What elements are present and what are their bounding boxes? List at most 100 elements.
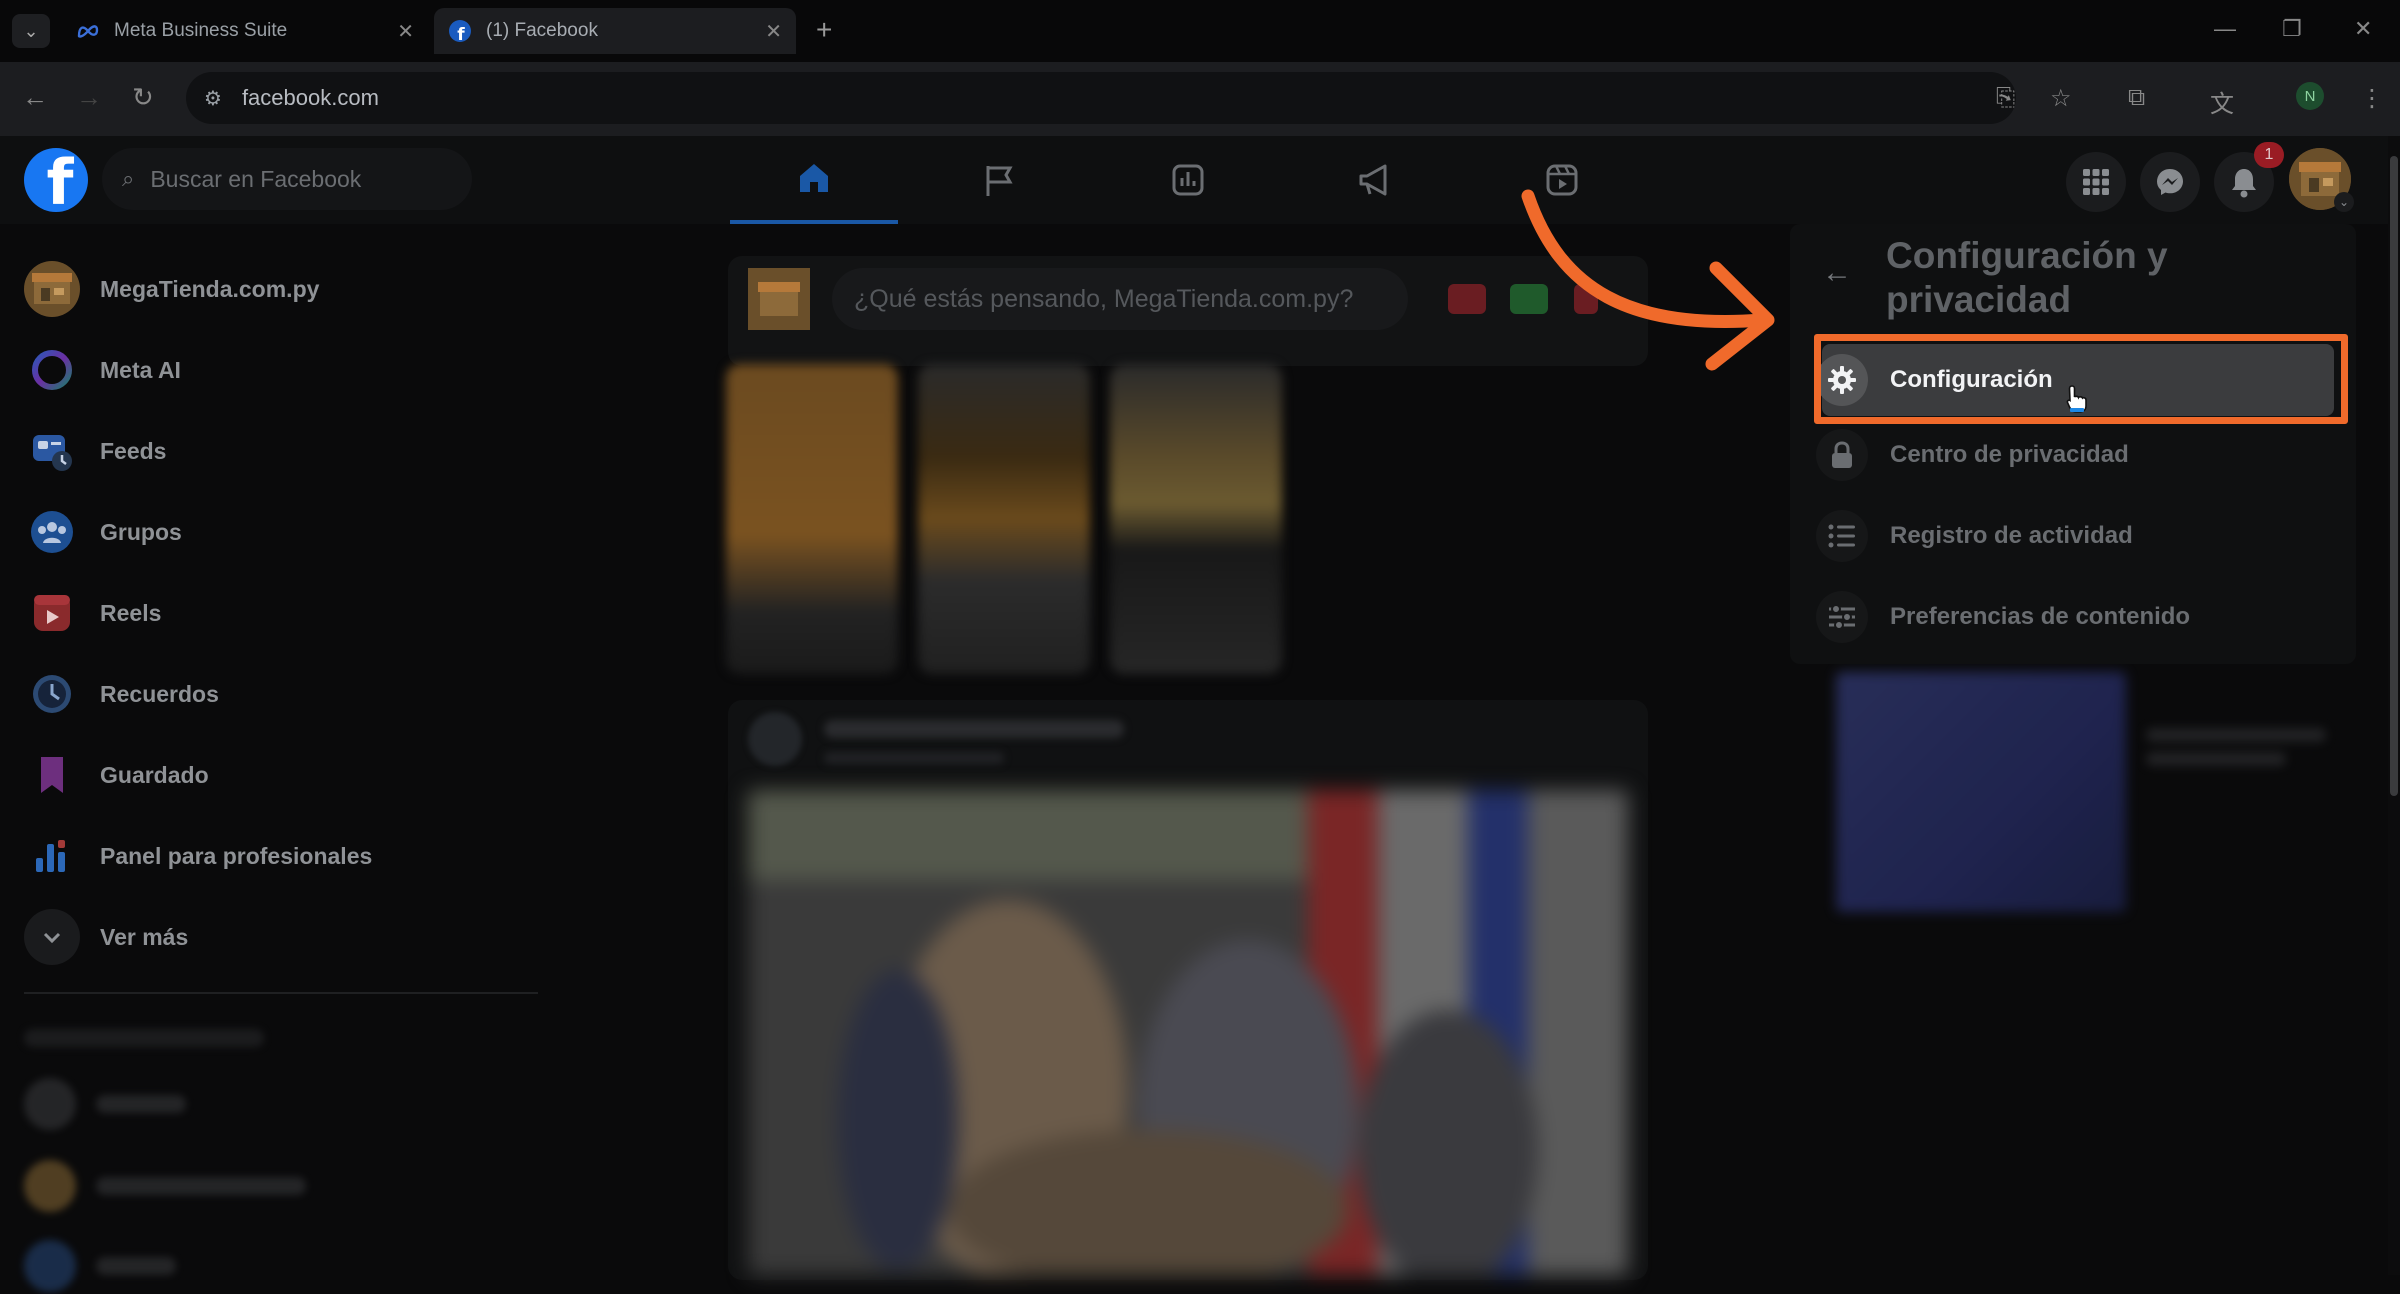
chevron-down-icon <box>24 909 80 965</box>
apps-menu-button[interactable] <box>2066 152 2126 212</box>
story-card[interactable] <box>918 364 1090 674</box>
messenger-icon <box>2157 169 2183 195</box>
feeds-icon <box>24 423 80 479</box>
story-card[interactable] <box>1110 364 1282 674</box>
list-icon <box>1816 510 1868 562</box>
forward-icon[interactable]: → <box>76 82 102 113</box>
messenger-button[interactable] <box>2140 152 2200 212</box>
hand-cursor-icon <box>2066 385 2087 413</box>
install-icon[interactable]: ⎘ <box>1996 84 2015 112</box>
menu-item-privacy-center[interactable]: Centro de privacidad <box>1816 417 2326 493</box>
nav-tab-pages[interactable] <box>916 136 1084 224</box>
sidebar-item-meta-ai[interactable]: Meta AI <box>24 335 181 405</box>
insights-icon <box>1172 164 1204 196</box>
bell-icon <box>2232 169 2256 198</box>
sidebar-item-label: MegaTienda.com.py <box>100 275 320 302</box>
sidebar-item-label: Panel para profesionales <box>100 842 373 869</box>
close-icon[interactable]: ✕ <box>765 19 782 44</box>
sidebar-item-dashboard[interactable]: Panel para profesionales <box>24 821 372 891</box>
composer-input[interactable]: ¿Qué estás pensando, MegaTienda.com.py? <box>832 268 1408 330</box>
megaphone-icon <box>1359 164 1387 196</box>
url-text: facebook.com <box>241 85 379 110</box>
sidebar-divider <box>24 992 538 994</box>
meta-ai-icon <box>24 342 80 398</box>
search-icon: ⌕ <box>122 166 135 191</box>
scrollbar-thumb[interactable] <box>2390 156 2398 796</box>
lock-icon <box>1816 429 1868 481</box>
grid-icon <box>2083 169 2109 195</box>
sidebar-item-reels[interactable]: Reels <box>24 578 161 648</box>
page-scrollbar[interactable] <box>2388 136 2400 1275</box>
sidebar-item-memories[interactable]: Recuerdos <box>24 659 219 729</box>
site-settings-icon[interactable]: ⚙ <box>204 86 222 111</box>
menu-item-label: Centro de privacidad <box>1890 441 2129 468</box>
nav-tab-home[interactable] <box>730 136 898 224</box>
sidebar-item-label: Ver más <box>100 923 189 950</box>
annotation-arrow <box>1521 189 1775 371</box>
saved-icon <box>24 747 80 803</box>
live-video-icon[interactable] <box>1448 284 1486 314</box>
sidebar-item-label: Grupos <box>100 518 182 545</box>
tab-meta-business-suite[interactable]: Meta Business Suite ✕ <box>62 8 428 54</box>
meta-icon <box>76 19 100 43</box>
menu-item-activity-log[interactable]: Registro de actividad <box>1816 498 2326 574</box>
facebook-logo[interactable]: f <box>24 148 88 212</box>
sliders-icon <box>1816 591 1868 643</box>
sidebar-item-label: Guardado <box>100 761 209 788</box>
sidebar-item-label: Meta AI <box>100 356 181 383</box>
sponsored-text <box>2146 728 2326 778</box>
home-icon <box>800 164 828 192</box>
shortcuts-heading <box>24 1010 264 1066</box>
tab-facebook[interactable]: f (1) Facebook ✕ <box>434 8 796 54</box>
post-author-avatar[interactable] <box>748 712 802 766</box>
bookmark-star-icon[interactable]: ☆ <box>2050 84 2072 113</box>
search-input[interactable]: ⌕ Buscar en Facebook <box>102 148 472 210</box>
browser-toolbar: ← → ↻ ⚙ facebook.com ⎘ ☆ ⧉ 文 ⋮ <box>0 62 2400 136</box>
facebook-icon: f <box>448 19 472 43</box>
menu-item-label: Registro de actividad <box>1890 522 2133 549</box>
extensions-icon[interactable]: ⧉ <box>2128 84 2145 112</box>
page-avatar <box>24 261 80 317</box>
shortcut-item[interactable] <box>24 1076 186 1132</box>
new-tab-button[interactable]: + <box>816 14 832 46</box>
search-placeholder: Buscar en Facebook <box>150 165 362 192</box>
facebook-header: f ⌕ Buscar en Facebook <box>0 136 2388 224</box>
post-image[interactable] <box>748 790 1628 1275</box>
nav-tab-insights[interactable] <box>1104 136 1272 224</box>
address-bar[interactable]: ⚙ facebook.com <box>186 72 2016 124</box>
browser-profile-avatar[interactable]: N <box>2296 82 2324 110</box>
sidebar-item-saved[interactable]: Guardado <box>24 740 209 810</box>
post-author-name[interactable] <box>824 720 1124 738</box>
close-icon[interactable]: ✕ <box>397 19 414 44</box>
sidebar-item-label: Feeds <box>100 437 167 464</box>
close-window-icon[interactable]: ✕ <box>2354 16 2372 42</box>
menu-dots-icon[interactable]: ⋮ <box>2360 84 2384 113</box>
restore-icon[interactable]: ❐ <box>2282 16 2302 42</box>
back-icon[interactable]: ← <box>22 82 48 113</box>
back-arrow-icon[interactable]: ← <box>1822 256 1852 290</box>
create-story-card[interactable] <box>726 364 898 674</box>
sidebar-item-feeds[interactable]: Feeds <box>24 416 166 486</box>
menu-item-content-preferences[interactable]: Preferencias de contenido <box>1816 579 2326 655</box>
sidebar-item-label: Reels <box>100 599 162 626</box>
account-chevron-icon[interactable]: ⌄ <box>2334 192 2354 212</box>
reload-icon[interactable]: ↻ <box>132 82 154 113</box>
shortcut-item[interactable] <box>24 1158 306 1214</box>
composer-avatar <box>748 268 810 330</box>
nav-tab-ads[interactable] <box>1292 136 1460 224</box>
tab-search-button[interactable]: ⌄ <box>12 14 50 48</box>
dropdown-title: Configuración y privacidad <box>1886 235 2168 320</box>
sponsored-card[interactable] <box>1836 672 2126 912</box>
sidebar-item-page[interactable]: MegaTienda.com.py <box>24 254 319 324</box>
notification-badge: 1 <box>2254 142 2284 168</box>
shortcut-item[interactable] <box>24 1238 176 1294</box>
translate-icon[interactable]: 文 <box>2210 84 2234 119</box>
sidebar-item-groups[interactable]: Grupos <box>24 497 182 567</box>
tab-label: (1) Facebook <box>486 20 598 41</box>
groups-icon <box>24 504 80 560</box>
tab-label: Meta Business Suite <box>114 20 288 41</box>
reels-icon <box>24 585 80 641</box>
menu-item-label: Preferencias de contenido <box>1890 603 2191 630</box>
minimize-icon[interactable]: — <box>2214 16 2236 42</box>
sidebar-item-see-more[interactable]: Ver más <box>24 902 188 972</box>
